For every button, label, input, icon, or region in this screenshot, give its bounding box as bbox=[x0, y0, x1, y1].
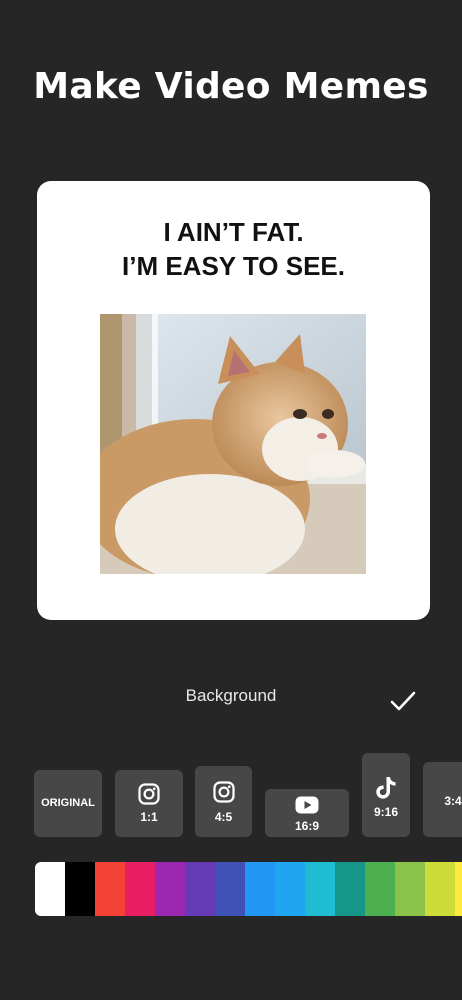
color-swatch[interactable] bbox=[215, 862, 245, 916]
ratio-original-button[interactable]: ORIGINAL bbox=[34, 770, 102, 837]
ratio-1-1-button[interactable]: 1:1 bbox=[115, 770, 183, 837]
color-swatch[interactable] bbox=[335, 862, 365, 916]
meme-card[interactable]: I AIN’T FAT. I’M EASY TO SEE. bbox=[37, 181, 430, 620]
color-swatch[interactable] bbox=[155, 862, 185, 916]
color-swatch[interactable] bbox=[95, 862, 125, 916]
color-swatch[interactable] bbox=[395, 862, 425, 916]
color-swatch[interactable] bbox=[455, 862, 462, 916]
background-label: Background bbox=[185, 686, 277, 705]
color-swatch[interactable] bbox=[365, 862, 395, 916]
ratio-label: ORIGINAL bbox=[41, 797, 95, 809]
ratio-label: 16:9 bbox=[294, 819, 320, 833]
ratio-4-5-button[interactable]: 4:5 bbox=[195, 766, 252, 837]
color-swatch[interactable] bbox=[425, 862, 455, 916]
tiktok-icon bbox=[376, 777, 396, 799]
instagram-icon bbox=[212, 781, 235, 803]
color-swatch[interactable] bbox=[35, 862, 65, 916]
color-swatch[interactable] bbox=[245, 862, 275, 916]
color-swatch[interactable] bbox=[65, 862, 95, 916]
checkmark-icon[interactable] bbox=[389, 689, 417, 713]
ratio-label: 4:5 bbox=[214, 810, 233, 824]
caption-line-2: I’M EASY TO SEE. bbox=[122, 251, 345, 281]
color-swatch[interactable] bbox=[125, 862, 155, 916]
background-color-palette bbox=[35, 862, 462, 916]
ratio-label: 1:1 bbox=[140, 810, 158, 824]
headline: Make Video Memes bbox=[33, 66, 429, 107]
ratio-label: 3:4 bbox=[444, 794, 462, 808]
caption-line-1: I AIN’T FAT. bbox=[163, 217, 304, 247]
instagram-icon bbox=[138, 783, 160, 805]
ratio-9-16-button[interactable]: 9:16 bbox=[362, 753, 410, 837]
color-swatch[interactable] bbox=[275, 862, 305, 916]
youtube-icon bbox=[295, 796, 319, 814]
color-swatch[interactable] bbox=[305, 862, 335, 916]
ratio-16-9-button[interactable]: 16:9 bbox=[265, 789, 349, 837]
color-swatch[interactable] bbox=[185, 862, 215, 916]
ratio-label: 9:16 bbox=[373, 805, 399, 819]
meme-caption: I AIN’T FAT. I’M EASY TO SEE. bbox=[37, 215, 430, 283]
meme-photo bbox=[100, 314, 366, 574]
ratio-3-4-button[interactable]: 3:4 bbox=[423, 762, 462, 837]
